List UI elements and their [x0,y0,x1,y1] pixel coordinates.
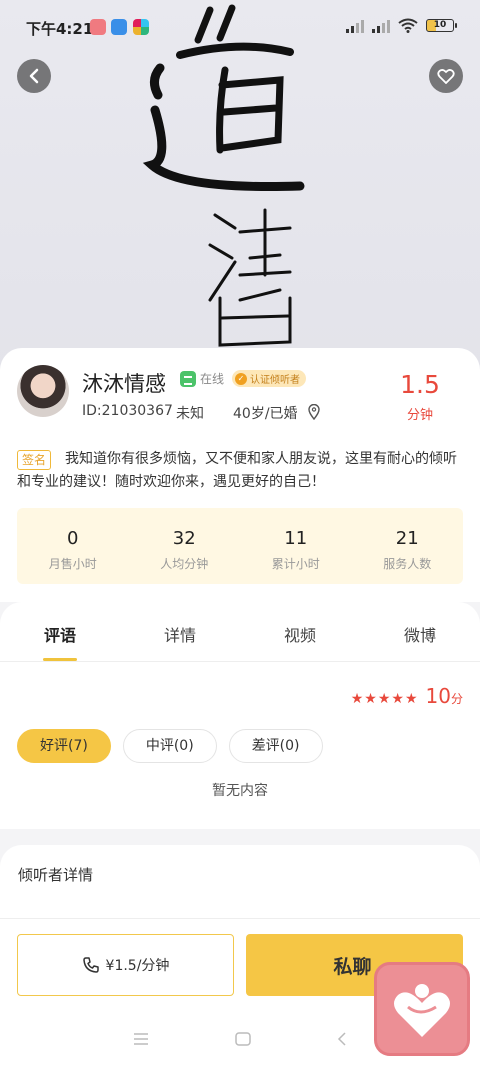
star-icon: ★ [391,691,404,707]
rating-score: 10分 [426,684,463,708]
tab-reviews[interactable]: 评语 [0,602,120,661]
stat-label: 服务人数 [383,557,432,571]
chat-bubble-icon [180,370,196,387]
rating-stars: ★ ★ ★ ★ ★ [351,691,418,707]
filter-positive[interactable]: 好评(7) [17,729,111,763]
section-heading: 倾听者详情 [18,866,94,884]
certified-icon: ✓ [235,372,247,385]
stat-total-hours: 11 累计小时 [240,508,352,584]
listener-profile-page: 下午4:21 10 沐沐情感 在线 ✓ 认证倾听者 ID:21030367 未知… [0,0,480,1067]
qq-icon [111,19,127,35]
listener-gender: 未知 [176,406,204,422]
online-status: 在线 [180,370,224,387]
heart-app-icon [90,19,106,35]
star-icon: ★ [404,691,418,707]
listener-id: ID:21030367 [82,403,173,419]
stat-label: 人均分钟 [160,557,209,571]
chevron-left-icon [29,68,39,84]
filter-neutral[interactable]: 中评(0) [122,729,217,763]
tab-weibo[interactable]: 微博 [360,602,480,661]
stat-value: 32 [172,528,196,549]
favorite-button[interactable] [429,59,463,93]
content-tabs-section: 评语 详情 视频 微博 ★ ★ ★ ★ ★ 10分 好评(7) 中评(0) 差评… [0,602,480,829]
price-unit: 分钟 [406,408,433,423]
back-button[interactable] [17,59,51,93]
online-label: 在线 [200,372,225,386]
wifi-icon [398,18,418,33]
star-icon: ★ [350,691,364,707]
stat-value: 0 [67,528,79,549]
stat-avg-minutes: 32 人均分钟 [129,508,241,584]
phone-icon [82,957,99,973]
review-filters: 好评(7) 中评(0) 差评(0) [17,729,323,763]
stat-label: 月售小时 [48,557,97,571]
listener-details-section: 倾听者详情 [0,845,480,925]
listener-age-marital: 40岁/已婚 [233,406,298,422]
listener-name: 沐沐情感 [82,372,166,396]
menu-icon[interactable] [133,1033,149,1045]
hd-signal-icon [346,19,364,33]
stat-value: 21 [395,528,419,549]
filter-negative[interactable]: 差评(0) [228,729,323,763]
star-icon: ★ [377,691,391,707]
certified-badge: ✓ 认证倾听者 [232,370,306,387]
status-time: 下午4:21 [26,20,94,38]
floating-heart-button[interactable] [374,962,470,1056]
cover-image [0,0,480,380]
empty-state: 暂无内容 [212,783,268,799]
call-button[interactable]: ¥1.5/分钟 [17,934,234,996]
stat-label: 累计小时 [271,557,320,571]
battery-icon: 10 [426,19,457,32]
stat-served-count: 21 服务人数 [352,508,464,584]
avatar[interactable] [17,365,69,417]
stat-value: 11 [284,528,308,549]
status-bar: 下午4:21 10 [0,0,480,56]
call-price-label: ¥1.5/分钟 [105,958,170,974]
signal-icon [372,19,390,33]
location-pin-icon [308,404,320,420]
profile-card: 沐沐情感 在线 ✓ 认证倾听者 ID:21030367 未知 40岁/已婚 1.… [0,348,480,602]
slack-icon [133,19,149,35]
certified-label: 认证倾听者 [250,375,300,386]
heart-outline-icon [437,69,455,84]
signature-text: 我知道你有很多烦恼，又不便和家人朋友说，这里有耐心的倾听和专业的建议！随时欢迎你… [17,451,457,490]
tab-videos[interactable]: 视频 [240,602,360,661]
rating-summary: ★ ★ ★ ★ ★ 10分 [351,684,463,708]
stat-monthly-hours: 0 月售小时 [17,508,129,584]
back-nav-icon[interactable] [337,1032,347,1046]
rating-score-unit: 分 [450,692,463,706]
heart-person-icon [394,984,450,1037]
price-value: 1.5 [400,370,440,399]
star-icon: ★ [364,691,377,707]
rating-score-value: 10 [425,684,451,708]
tab-bar: 评语 详情 视频 微博 [0,602,480,662]
stats-panel: 0 月售小时 32 人均分钟 11 累计小时 21 服务人数 [17,508,463,584]
tab-details[interactable]: 详情 [120,602,240,661]
home-icon[interactable] [235,1032,251,1046]
